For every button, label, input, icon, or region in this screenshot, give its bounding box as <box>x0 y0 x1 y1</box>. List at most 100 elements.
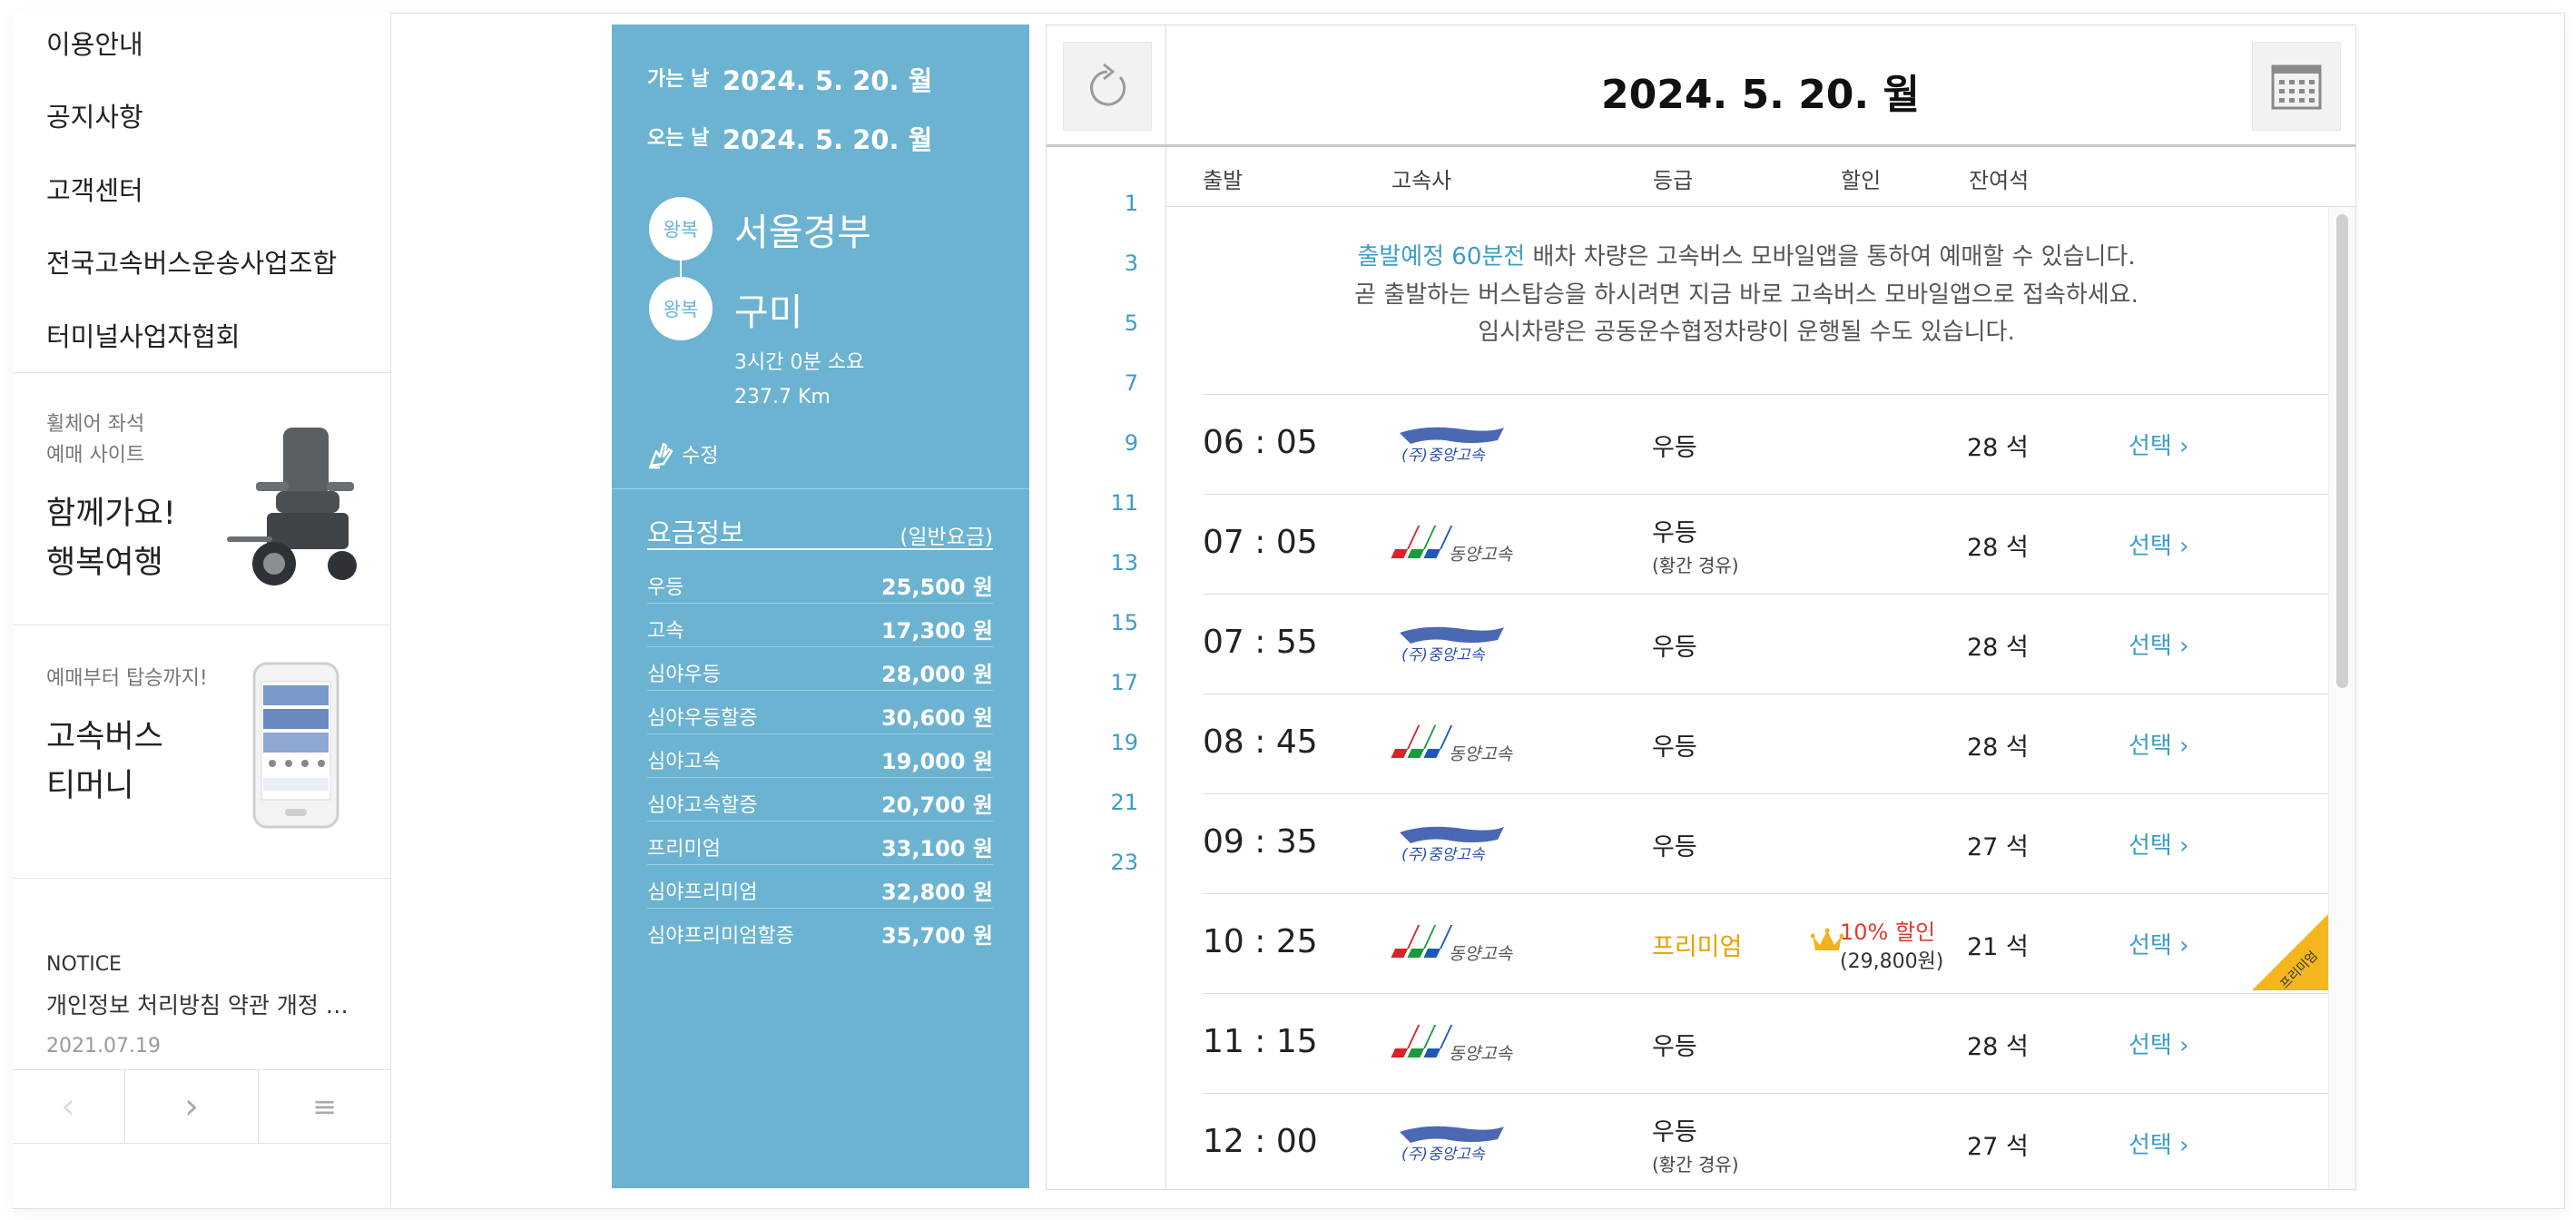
schedule-row[interactable]: 06 : 05 (주)중앙고속 우등 28 석 선택 › <box>1203 394 2328 494</box>
schedule-row-premium[interactable]: 10 : 25 동양고속 프리미엄 10% 할인 (29,800원) 21 석 … <box>1203 893 2328 993</box>
select-button[interactable]: 선택 › <box>2129 527 2189 561</box>
fare-name: 우등 <box>647 576 684 599</box>
fare-title: 요금정보 <box>647 517 744 548</box>
remaining-seats: 27 석 <box>1967 833 2029 861</box>
schedule-scrollbar[interactable] <box>2328 207 2355 1189</box>
edit-label: 수정 <box>682 445 719 467</box>
svg-text:(주)중앙고속: (주)중앙고속 <box>1401 1146 1486 1164</box>
trip-info-panel: 가는 날 2024. 5. 20. 월 오는 날 2024. 5. 20. 월 … <box>612 25 1029 1188</box>
fare-row: 우등 25,500 원 <box>647 560 993 604</box>
menu-list-button[interactable]: ≡ <box>259 1070 390 1143</box>
fare-row: 심야고속 19,000 원 <box>647 734 993 778</box>
wheelchair-promo-banner[interactable]: 휠체어 좌석 예매 사이트 함께가요! 행복여행 <box>13 373 390 625</box>
discount-rate: 10% 할인 <box>1840 920 1936 945</box>
col-company: 고속사 <box>1391 168 1452 193</box>
fare-name: 고속 <box>647 620 684 643</box>
roundtrip-badge-destination: 왕복 <box>649 277 713 340</box>
bus-grade: 우등 <box>1652 733 1697 762</box>
dongyang-logo: 동양고속 <box>1391 925 1513 964</box>
origin-terminal: 서울경부 <box>734 211 871 254</box>
menu-item-guide[interactable]: 이용안내 <box>46 24 143 62</box>
calendar-button[interactable] <box>2252 42 2341 131</box>
notice-line-2: 곧 출발하는 버스탑승을 하시려면 지금 바로 고속버스 모바일앱으로 접속하세… <box>1354 281 2138 309</box>
fare-price: 35,700 원 <box>880 923 993 949</box>
fare-row: 심야프리미엄할증 35,700 원 <box>647 909 993 951</box>
tmoney-promo-banner[interactable]: 예매부터 탑승까지! 고속버스 티머니 <box>13 625 390 879</box>
select-button[interactable]: 선택 › <box>2129 727 2189 761</box>
hour-link[interactable]: 21 <box>1110 790 1138 815</box>
via-stop: (황간 경유) <box>1652 1154 1739 1176</box>
fare-price: 17,300 원 <box>880 618 993 644</box>
schedule-date-title: 2024. 5. 20. 월 <box>1601 72 1920 118</box>
jungang-logo: (주)중앙고속 <box>1400 626 1504 664</box>
depart-time: 12 : 00 <box>1203 1123 1318 1160</box>
notice-box[interactable]: NOTICE 개인정보 처리방침 약관 개정 … 2021.07.19 <box>13 879 390 1070</box>
bus-grade: 우등 <box>1652 519 1697 547</box>
hour-link[interactable]: 1 <box>1125 191 1138 216</box>
roundtrip-badge-origin: 왕복 <box>649 197 713 261</box>
select-button[interactable]: 선택 › <box>2129 1027 2189 1060</box>
select-button[interactable]: 선택 › <box>2129 827 2189 861</box>
prev-button[interactable]: ‹ <box>13 1070 123 1143</box>
via-stop: (황간 경유) <box>1652 555 1739 576</box>
select-button[interactable]: 선택 › <box>2129 927 2189 960</box>
col-seats: 잔여석 <box>1969 168 2030 193</box>
hour-link[interactable]: 11 <box>1110 490 1138 516</box>
hour-link[interactable]: 7 <box>1125 370 1138 396</box>
menu-item-terminal-association[interactable]: 터미널사업자협회 <box>46 316 240 354</box>
schedule-row[interactable]: 12 : 00 (주)중앙고속 우등 (황간 경유) 27 석 선택 › <box>1203 1093 2328 1189</box>
phone-app-image <box>252 662 339 829</box>
hour-link[interactable]: 5 <box>1125 310 1138 336</box>
bus-grade: 우등 <box>1652 634 1697 662</box>
fare-header: 요금정보 (일반요금) <box>647 512 993 550</box>
bus-grade: 프리미엄 <box>1652 933 1743 961</box>
hour-link[interactable]: 15 <box>1110 610 1138 635</box>
fare-row: 고속 17,300 원 <box>647 604 993 647</box>
menu-item-bus-association[interactable]: 전국고속버스운송사업조합 <box>46 242 337 280</box>
hour-link[interactable]: 23 <box>1110 850 1138 875</box>
next-button[interactable]: › <box>125 1070 258 1143</box>
svg-text:(주)중앙고속: (주)중앙고속 <box>1401 846 1486 864</box>
select-button[interactable]: 선택 › <box>2129 428 2189 461</box>
promo-title-2: 행복여행 <box>46 545 163 581</box>
schedule-panel: 2024. 5. 20. 월 1 3 5 7 9 11 13 15 17 19 … <box>1046 25 2356 1190</box>
refresh-button[interactable] <box>1063 42 1152 131</box>
notice-title[interactable]: 개인정보 처리방침 약관 개정 … <box>46 988 349 1020</box>
col-depart: 출발 <box>1203 168 1244 193</box>
depart-time: 10 : 25 <box>1203 923 1318 960</box>
select-button[interactable]: 선택 › <box>2129 1127 2189 1160</box>
fare-price: 19,000 원 <box>880 749 993 774</box>
edit-trip-button[interactable]: 수정 <box>647 438 718 469</box>
destination-terminal: 구미 <box>734 290 803 334</box>
menu-item-notices[interactable]: 공지사항 <box>46 96 143 134</box>
schedule-row[interactable]: 09 : 35 (주)중앙고속 우등 27 석 선택 › <box>1203 793 2328 893</box>
fare-name: 심야프리미엄 <box>647 881 758 904</box>
select-button[interactable]: 선택 › <box>2129 627 2189 661</box>
hour-link[interactable]: 13 <box>1110 550 1138 576</box>
fare-price: 28,000 원 <box>880 662 993 687</box>
hour-link[interactable]: 9 <box>1125 430 1138 456</box>
promo-sub-1: 휠체어 좌석 <box>46 413 145 436</box>
fare-price: 33,100 원 <box>880 836 993 861</box>
hour-link[interactable]: 17 <box>1110 670 1138 695</box>
fare-name: 심야우등 <box>647 664 721 686</box>
notice-line-1: 출발예정 60분전 배차 차량은 고속버스 모바일앱을 통하여 예매할 수 있습… <box>1165 238 2327 271</box>
schedule-row[interactable]: 07 : 55 (주)중앙고속 우등 28 석 선택 › <box>1203 594 2328 694</box>
hour-link[interactable]: 19 <box>1110 730 1138 755</box>
refresh-icon <box>1090 63 1126 106</box>
remaining-seats: 21 석 <box>1967 933 2029 961</box>
schedule-row[interactable]: 08 : 45 동양고속 우등 28 석 선택 › <box>1203 694 2328 793</box>
fare-note: (일반요금) <box>900 526 993 549</box>
hour-link[interactable]: 3 <box>1125 251 1138 276</box>
jungang-logo: (주)중앙고속 <box>1400 427 1504 465</box>
schedule-row[interactable]: 07 : 05 동양고속 우등 (황간 경유) 28 석 선택 › <box>1203 494 2328 594</box>
schedule-row[interactable]: 11 : 15 동양고속 우등 28 석 선택 › <box>1203 993 2328 1093</box>
fare-price: 32,800 원 <box>880 880 993 905</box>
return-date-value: 2024. 5. 20. 월 <box>723 124 933 155</box>
remaining-seats: 28 석 <box>1967 634 2029 662</box>
dongyang-logo: 동양고속 <box>1391 725 1513 764</box>
notice-date: 2021.07.19 <box>46 1035 161 1058</box>
menu-item-customer-center[interactable]: 고객센터 <box>46 170 143 208</box>
scrollbar-thumb[interactable] <box>2336 214 2348 688</box>
depart-time: 11 : 15 <box>1203 1023 1318 1060</box>
